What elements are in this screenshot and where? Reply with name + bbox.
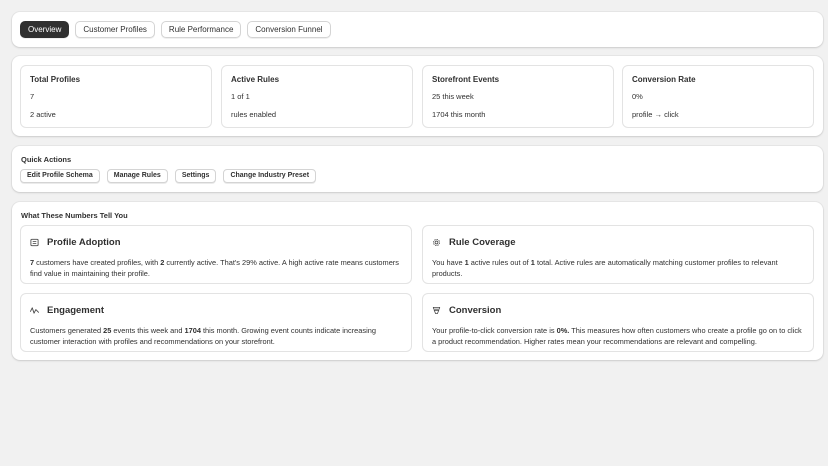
settings-button[interactable]: Settings — [174, 169, 217, 183]
tab-overview[interactable]: Overview — [20, 21, 70, 38]
profile-list-icon — [30, 238, 39, 247]
stat-value: 25 this week — [432, 92, 474, 101]
stat-title: Storefront Events — [432, 75, 500, 84]
stat-total-profiles: Total Profiles 7 2 active — [20, 65, 212, 128]
highlight-value: 1 — [530, 258, 535, 267]
stat-value: 7 — [30, 92, 35, 101]
stat-value: 1 of 1 — [231, 92, 250, 101]
change-industry-preset-button[interactable]: Change Industry Preset — [223, 169, 317, 183]
highlight-value: 25 — [103, 326, 112, 335]
stat-title: Active Rules — [231, 75, 280, 84]
highlight-value: 1704 — [184, 326, 201, 335]
tabs-card: Overview Customer Profiles Rule Performa… — [12, 12, 823, 47]
quick-actions-buttons: Edit Profile Schema Manage Rules Setting… — [20, 169, 317, 183]
tab-bar: Overview Customer Profiles Rule Performa… — [20, 21, 331, 38]
insight-profile-adoption: Profile Adoption 7 customers have create… — [20, 225, 412, 284]
funnel-icon — [432, 306, 441, 315]
insights-title: What These Numbers Tell You — [21, 211, 128, 220]
activity-icon — [30, 306, 39, 315]
insight-name: Rule Coverage — [449, 237, 516, 248]
stat-storefront-events: Storefront Events 25 this week 1704 this… — [422, 65, 614, 128]
stat-active-rules: Active Rules 1 of 1 rules enabled — [221, 65, 413, 128]
insight-name: Profile Adoption — [47, 237, 121, 248]
insight-text: You have 1 active rules out of 1 total. … — [432, 258, 778, 278]
highlight-value: 2 — [160, 258, 165, 267]
highlight-value: 7 — [30, 258, 35, 267]
insight-conversion: Conversion Your profile-to-click convers… — [422, 293, 814, 352]
stat-title: Total Profiles — [30, 75, 81, 84]
edit-profile-schema-button[interactable]: Edit Profile Schema — [20, 169, 100, 183]
stat-subtitle: rules enabled — [231, 110, 277, 119]
tab-rule-performance[interactable]: Rule Performance — [160, 21, 242, 38]
stats-card: Total Profiles 7 2 active Active Rules 1… — [12, 56, 823, 136]
quick-actions-title: Quick Actions — [21, 155, 72, 164]
insights-card: What These Numbers Tell You Profile Adop… — [12, 202, 823, 360]
insight-text: Your profile-to-click conversion rate is… — [432, 326, 802, 346]
manage-rules-button[interactable]: Manage Rules — [106, 169, 168, 183]
stat-conversion-rate: Conversion Rate 0% profile → click — [622, 65, 814, 128]
highlight-value: 1 — [464, 258, 469, 267]
stat-value: 0% — [632, 92, 643, 101]
tab-customer-profiles[interactable]: Customer Profiles — [75, 21, 155, 38]
gear-icon — [432, 238, 441, 247]
insight-name: Engagement — [47, 305, 105, 316]
insight-name: Conversion — [449, 305, 502, 316]
tab-conversion-funnel[interactable]: Conversion Funnel — [247, 21, 331, 38]
stat-subtitle: 2 active — [30, 110, 56, 119]
insight-rule-coverage: Rule Coverage You have 1 active rules ou… — [422, 225, 814, 284]
insight-text: 7 customers have created profiles, with … — [30, 258, 399, 278]
stat-title: Conversion Rate — [632, 75, 696, 84]
insight-engagement: Engagement Customers generated 25 events… — [20, 293, 412, 352]
insight-text: Customers generated 25 events this week … — [30, 326, 376, 346]
quick-actions-card: Quick Actions Edit Profile Schema Manage… — [12, 146, 823, 192]
stat-subtitle: 1704 this month — [432, 110, 486, 119]
stat-subtitle: profile → click — [632, 110, 679, 119]
highlight-value: 0%. — [556, 326, 570, 335]
